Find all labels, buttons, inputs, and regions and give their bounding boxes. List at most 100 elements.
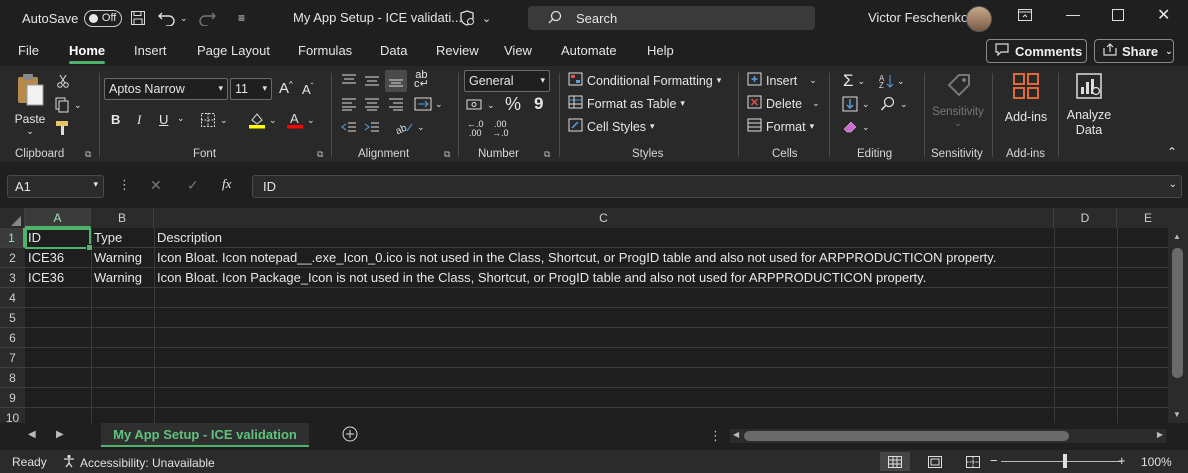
- ribbon-display-icon[interactable]: [1018, 8, 1032, 24]
- row-header[interactable]: 1: [0, 228, 25, 248]
- tab-view[interactable]: View: [504, 43, 532, 58]
- column-header-c[interactable]: C: [154, 208, 1054, 228]
- scroll-right-icon[interactable]: ▶: [1157, 430, 1163, 439]
- row-header[interactable]: 6: [0, 328, 25, 348]
- comments-button[interactable]: Comments: [986, 39, 1087, 63]
- grow-font-button[interactable]: A ^: [279, 80, 293, 97]
- tab-file[interactable]: File: [18, 43, 39, 58]
- maximize-icon[interactable]: [1112, 8, 1124, 24]
- cut-icon[interactable]: [56, 74, 70, 88]
- alignment-launcher-icon[interactable]: ⧉: [444, 149, 450, 160]
- page-break-view-icon[interactable]: [958, 452, 988, 471]
- align-bottom-icon[interactable]: [385, 70, 407, 92]
- row-header[interactable]: 9: [0, 388, 25, 408]
- user-name[interactable]: Victor Feschenko: [868, 10, 968, 25]
- next-sheet-icon[interactable]: ▶: [56, 429, 64, 440]
- tab-page-layout[interactable]: Page Layout: [197, 43, 270, 58]
- row-header[interactable]: 8: [0, 368, 25, 388]
- borders-icon[interactable]: ⌄: [200, 112, 228, 128]
- collapse-ribbon-icon[interactable]: ⌃: [1167, 145, 1177, 159]
- font-launcher-icon[interactable]: ⧉: [317, 149, 323, 160]
- cell-b1[interactable]: Type: [91, 228, 122, 248]
- zoom-slider-track[interactable]: [1001, 461, 1121, 462]
- tab-automate[interactable]: Automate: [561, 43, 617, 58]
- fill-color-icon[interactable]: ⌄: [248, 111, 277, 129]
- zoom-out-icon[interactable]: −: [990, 453, 998, 468]
- row-header[interactable]: 3: [0, 268, 25, 288]
- cell-a2[interactable]: ICE36: [25, 248, 64, 268]
- scroll-down-icon[interactable]: ▼: [1173, 410, 1181, 419]
- tab-insert[interactable]: Insert: [134, 43, 167, 58]
- tab-review[interactable]: Review: [436, 43, 479, 58]
- prev-sheet-icon[interactable]: ◀: [28, 429, 36, 440]
- autosum-icon[interactable]: Σ ⌄: [843, 71, 865, 91]
- sort-filter-icon[interactable]: AZ ⌄: [879, 73, 905, 89]
- decrease-decimal-icon[interactable]: .00 →.0: [492, 120, 509, 138]
- sheet-options-icon[interactable]: ⋮: [709, 428, 722, 444]
- zoom-in-icon[interactable]: +: [1118, 453, 1126, 468]
- autosave[interactable]: AutoSave Off: [22, 9, 123, 27]
- document-title[interactable]: My App Setup - ICE validati...: [293, 10, 462, 25]
- scroll-left-icon[interactable]: ◀: [733, 430, 739, 439]
- avatar[interactable]: [966, 6, 992, 32]
- add-ins-button[interactable]: Add-ins: [1000, 71, 1052, 124]
- cell-b3[interactable]: Warning: [91, 268, 142, 288]
- minimize-icon[interactable]: —: [1066, 6, 1080, 22]
- search-box[interactable]: Search: [528, 6, 815, 30]
- fill-icon[interactable]: ⌄: [842, 96, 870, 112]
- zoom-slider-thumb[interactable]: [1063, 454, 1067, 468]
- insert-cells-button[interactable]: Insert ⌄: [747, 72, 817, 89]
- copy-icon[interactable]: ⌄: [54, 97, 82, 113]
- align-left-icon[interactable]: [341, 97, 357, 111]
- tab-formulas[interactable]: Formulas: [298, 43, 352, 58]
- normal-view-icon[interactable]: [880, 452, 910, 471]
- vertical-scroll-thumb[interactable]: [1172, 248, 1183, 378]
- cell-styles-button[interactable]: Cell Styles ▾: [568, 118, 655, 135]
- analyze-data-button[interactable]: Analyze Data: [1062, 71, 1116, 138]
- wrap-text-icon[interactable]: ab c↵: [414, 70, 429, 90]
- tab-help[interactable]: Help: [647, 43, 674, 58]
- align-top-icon[interactable]: [341, 73, 357, 87]
- increase-indent-icon[interactable]: [364, 121, 380, 135]
- find-select-icon[interactable]: ⌄: [880, 96, 908, 112]
- name-box[interactable]: A1 ▾: [7, 175, 104, 198]
- worksheet-grid[interactable]: A B C D E 1 2 3 4 5 6 7 8 9 10 ID Type D…: [0, 208, 1188, 423]
- row-header[interactable]: 4: [0, 288, 25, 308]
- shrink-font-button[interactable]: Aˇ: [302, 82, 313, 97]
- cell-c2[interactable]: Icon Bloat. Icon notepad__.exe_Icon_0.ic…: [154, 248, 996, 268]
- select-all-corner[interactable]: [0, 208, 25, 228]
- undo-dropdown-icon[interactable]: ⌄: [180, 6, 188, 30]
- tab-home[interactable]: Home: [69, 43, 106, 64]
- horizontal-scrollbar[interactable]: ◀ ▶: [730, 429, 1166, 443]
- format-as-table-button[interactable]: Format as Table ▾: [568, 95, 685, 112]
- undo-icon[interactable]: [158, 6, 176, 30]
- horizontal-scroll-thumb[interactable]: [744, 431, 1069, 441]
- font-size-dropdown[interactable]: 11 ▾: [230, 78, 272, 100]
- increase-decimal-icon[interactable]: ←.0.00: [467, 120, 484, 138]
- title-dropdown-icon[interactable]: ⌄: [482, 6, 491, 30]
- comma-style-button[interactable]: 9: [534, 94, 543, 114]
- underline-dropdown-icon[interactable]: ⌄: [177, 113, 185, 124]
- underline-button[interactable]: U: [159, 112, 168, 127]
- bold-button[interactable]: B: [111, 112, 120, 127]
- number-format-dropdown[interactable]: General ▾: [464, 70, 550, 92]
- page-layout-view-icon[interactable]: [920, 452, 950, 471]
- expand-formula-bar-icon[interactable]: ⌄: [1169, 179, 1177, 190]
- row-header[interactable]: 2: [0, 248, 25, 268]
- font-family-dropdown[interactable]: Aptos Narrow ▾: [104, 78, 228, 100]
- row-header[interactable]: 7: [0, 348, 25, 368]
- font-color-icon[interactable]: A ⌄: [286, 111, 315, 129]
- align-center-icon[interactable]: [364, 97, 380, 111]
- merge-center-icon[interactable]: ⌄: [414, 97, 443, 111]
- row-header[interactable]: 5: [0, 308, 25, 328]
- clear-icon[interactable]: ⌄: [842, 119, 870, 135]
- more-options-icon[interactable]: ⋮: [118, 177, 131, 193]
- formula-input[interactable]: ID ⌄: [252, 175, 1182, 198]
- column-header-d[interactable]: D: [1054, 208, 1117, 228]
- delete-cells-button[interactable]: Delete ⌄: [747, 95, 820, 112]
- vertical-scrollbar[interactable]: ▲ ▼: [1168, 208, 1188, 423]
- percent-style-button[interactable]: %: [505, 94, 521, 115]
- customize-toolbar-icon[interactable]: ≡: [238, 6, 245, 30]
- column-header-a[interactable]: A: [25, 208, 91, 228]
- decrease-indent-icon[interactable]: [341, 121, 357, 135]
